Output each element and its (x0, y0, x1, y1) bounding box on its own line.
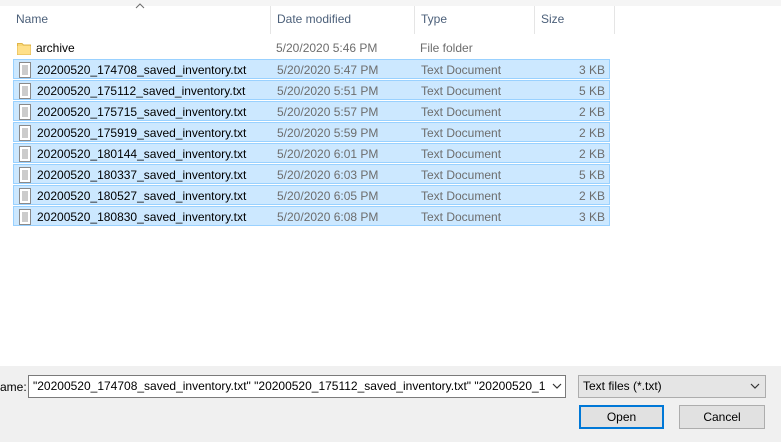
file-date: 5/20/2020 5:46 PM (276, 41, 378, 55)
file-date: 5/20/2020 6:01 PM (277, 147, 379, 161)
list-item-file[interactable]: 20200520_175112_saved_inventory.txt 5/20… (13, 80, 610, 100)
file-name-label: ame: (0, 380, 27, 394)
file-name: 20200520_175715_saved_inventory.txt (37, 105, 247, 119)
file-type: Text Document (421, 63, 502, 77)
text-file-icon (19, 209, 31, 225)
list-item-file[interactable]: 20200520_180830_saved_inventory.txt 5/20… (13, 206, 610, 226)
file-type: Text Document (421, 168, 502, 182)
file-type: Text Document (421, 84, 502, 98)
file-type: Text Document (421, 210, 502, 224)
column-header-bar: Name Date modified Type Size (0, 0, 781, 36)
file-size: 3 KB (578, 63, 605, 77)
file-name: 20200520_175919_saved_inventory.txt (37, 126, 247, 140)
file-name: archive (36, 41, 75, 55)
file-name: 20200520_180337_saved_inventory.txt (37, 168, 247, 182)
open-button[interactable]: Open (579, 405, 664, 429)
file-date: 5/20/2020 6:05 PM (277, 189, 379, 203)
column-header-name[interactable]: Name (10, 6, 270, 34)
column-header-size[interactable]: Size (535, 6, 614, 34)
file-type: Text Document (421, 189, 502, 203)
chevron-down-icon (750, 383, 760, 389)
dialog-footer: ame: "20200520_174708_saved_inventory.tx… (0, 366, 781, 442)
cancel-button[interactable]: Cancel (679, 405, 765, 429)
list-item-file[interactable]: 20200520_180527_saved_inventory.txt 5/20… (13, 185, 610, 205)
file-size: 2 KB (578, 147, 605, 161)
file-size: 5 KB (578, 168, 605, 182)
text-file-icon (19, 104, 31, 120)
file-size: 2 KB (578, 105, 605, 119)
column-header-type[interactable]: Type (415, 6, 534, 34)
text-file-icon (19, 188, 31, 204)
file-size: 3 KB (578, 210, 605, 224)
file-date: 5/20/2020 5:51 PM (277, 84, 379, 98)
text-file-icon (19, 83, 31, 99)
column-header-date-modified[interactable]: Date modified (271, 6, 414, 34)
text-file-icon (19, 62, 31, 78)
file-name-combobox[interactable]: "20200520_174708_saved_inventory.txt" "2… (28, 375, 566, 398)
chevron-down-icon[interactable] (552, 382, 562, 390)
file-date: 5/20/2020 5:59 PM (277, 126, 379, 140)
file-type: File folder (420, 41, 473, 55)
file-type: Text Document (421, 147, 502, 161)
list-item-file[interactable]: 20200520_175715_saved_inventory.txt 5/20… (13, 101, 610, 121)
file-name: 20200520_180527_saved_inventory.txt (37, 189, 247, 203)
text-file-icon (19, 125, 31, 141)
text-file-icon (19, 146, 31, 162)
file-size: 2 KB (578, 126, 605, 140)
file-name: 20200520_175112_saved_inventory.txt (37, 84, 246, 98)
column-divider[interactable] (614, 6, 615, 34)
file-list[interactable]: archive 5/20/2020 5:46 PM File folder 20… (0, 36, 781, 366)
file-type: Text Document (421, 105, 502, 119)
file-date: 5/20/2020 5:57 PM (277, 105, 379, 119)
file-size: 5 KB (578, 84, 605, 98)
folder-icon (17, 43, 31, 55)
file-date: 5/20/2020 5:47 PM (277, 63, 379, 77)
list-item-file[interactable]: 20200520_174708_saved_inventory.txt 5/20… (13, 59, 610, 79)
file-name: 20200520_180144_saved_inventory.txt (37, 147, 247, 161)
file-name: 20200520_180830_saved_inventory.txt (37, 210, 247, 224)
file-type-filter-dropdown[interactable]: Text files (*.txt) (578, 375, 766, 398)
list-item-file[interactable]: 20200520_180337_saved_inventory.txt 5/20… (13, 164, 610, 184)
text-file-icon (19, 167, 31, 183)
file-name: 20200520_174708_saved_inventory.txt (37, 63, 247, 77)
file-date: 5/20/2020 6:08 PM (277, 210, 379, 224)
file-type: Text Document (421, 126, 502, 140)
list-item-file[interactable]: 20200520_175919_saved_inventory.txt 5/20… (13, 122, 610, 142)
list-item-folder[interactable]: archive 5/20/2020 5:46 PM File folder (13, 38, 610, 58)
list-item-file[interactable]: 20200520_180144_saved_inventory.txt 5/20… (13, 143, 610, 163)
file-type-filter-value: Text files (*.txt) (583, 379, 662, 393)
file-date: 5/20/2020 6:03 PM (277, 168, 379, 182)
file-size: 2 KB (578, 189, 605, 203)
file-name-input[interactable]: "20200520_174708_saved_inventory.txt" "2… (33, 376, 545, 397)
